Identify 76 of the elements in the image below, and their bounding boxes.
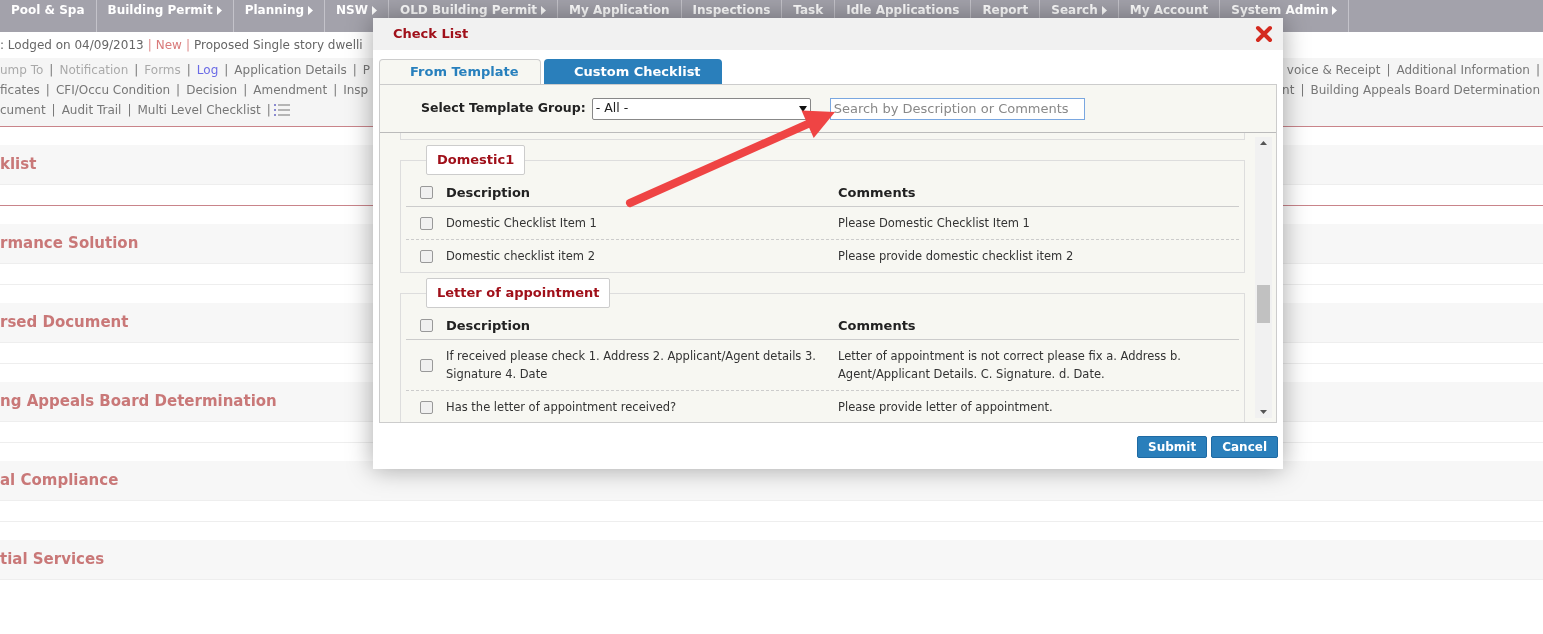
nav-link[interactable]: CFI/Occu Condition	[55, 81, 171, 99]
nav-link[interactable]: ficates	[0, 81, 40, 99]
search-field[interactable]: Search by Description or Comments	[829, 97, 1085, 120]
status-label: New	[155, 37, 182, 54]
section-header: tial Services	[0, 540, 1543, 580]
column-header: Description	[446, 183, 532, 202]
caret-icon	[216, 6, 222, 15]
nav-link[interactable]: Decision	[186, 81, 238, 99]
separator: |	[126, 102, 133, 119]
separator: |	[44, 82, 51, 99]
scroll-thumb[interactable]	[1257, 285, 1270, 323]
tab[interactable]: Custom Checklist	[544, 59, 722, 84]
caret-icon	[541, 6, 547, 15]
checkbox[interactable]	[419, 358, 433, 372]
column-header: Comments	[838, 316, 917, 335]
checkbox[interactable]	[419, 249, 433, 263]
separator: |	[185, 62, 192, 79]
caret-icon	[1332, 6, 1338, 15]
scroll-down-icon[interactable]	[1260, 410, 1267, 414]
nav-link[interactable]: Log	[196, 61, 219, 79]
separator: |	[1299, 82, 1306, 99]
checkbox[interactable]	[419, 319, 433, 332]
checkbox[interactable]	[419, 186, 433, 199]
close-icon[interactable]	[1255, 25, 1273, 43]
nav-link[interactable]: nt	[1282, 81, 1295, 99]
nav-link[interactable]: P	[362, 61, 371, 79]
table-cell-text: Please provide domestic checklist item 2	[838, 248, 1075, 265]
nav-link[interactable]: Additional Information	[1396, 61, 1530, 79]
nav-link[interactable]: cument	[0, 101, 46, 119]
separator: |	[1534, 62, 1540, 79]
table-cell-text: If received please check 1. Address 2. Applicant/Agent details 3. Signature 4. Date	[446, 348, 817, 383]
checkbox[interactable]	[419, 216, 433, 230]
table-cell-text: Has the letter of appointment received?	[446, 399, 678, 416]
group-legend: Letter of appointment	[426, 278, 611, 308]
dialog-button[interactable]: Submit	[1137, 436, 1208, 458]
checkbox[interactable]	[419, 400, 433, 414]
separator: |	[48, 62, 55, 79]
table-cell-text: Domestic checklist item 2	[446, 248, 596, 265]
separator: |	[50, 102, 57, 119]
menu-item[interactable]: Building Permit	[96, 0, 234, 32]
nav-link[interactable]: Building Appeals Board Determination	[1310, 81, 1540, 99]
separator: |	[184, 37, 191, 54]
field-label: Select Template Group:	[421, 99, 586, 118]
column-header: Comments	[838, 183, 917, 202]
scrollbar[interactable]	[1255, 137, 1272, 418]
dialog-button[interactable]: Cancel	[1211, 436, 1278, 458]
template-group-select[interactable]: - All -	[591, 97, 811, 120]
separator: |	[133, 62, 140, 79]
caret-icon	[371, 6, 377, 15]
nav-link[interactable]: Amendment	[253, 81, 328, 99]
list-icon[interactable]	[273, 103, 290, 117]
group-legend: Domestic1	[426, 145, 526, 175]
nav-link[interactable]: voice & Receipt	[1286, 61, 1381, 79]
separator: |	[175, 82, 182, 99]
lodged-date: : Lodged on 04/09/2013	[0, 37, 144, 54]
table-cell-text: Please provide letter of appointment.	[838, 399, 1054, 416]
menu-item[interactable]: Pool & Spa	[0, 0, 97, 32]
separator: |	[1385, 62, 1392, 79]
nav-link[interactable]: Insp	[343, 81, 369, 99]
nav-link[interactable]: Multi Level Checklist	[137, 101, 261, 119]
separator: |	[146, 37, 153, 54]
caret-icon	[308, 6, 314, 15]
column-header: Description	[446, 316, 532, 335]
table-cell-text: Letter of appointment is not correct please fix a. Address b. Agent/Applicant Details. C. Signature. d. Date.	[838, 348, 1182, 383]
tab[interactable]: From Template	[379, 59, 541, 84]
nav-link[interactable]: Application Details	[234, 61, 347, 79]
separator: |	[351, 62, 358, 79]
separator: |	[265, 102, 271, 119]
separator: |	[223, 62, 230, 79]
nav-link[interactable]: Audit Trail	[61, 101, 122, 119]
caret-icon	[1101, 6, 1107, 15]
separator: |	[332, 82, 339, 99]
separator: |	[242, 82, 249, 99]
application-description: Proposed Single story dwelli	[193, 37, 363, 54]
menu-item[interactable]: Planning	[233, 0, 326, 32]
dropdown-icon	[798, 105, 807, 112]
